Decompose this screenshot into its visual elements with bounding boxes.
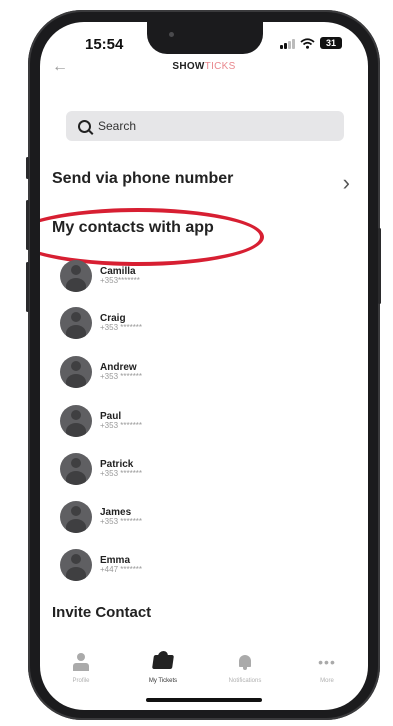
brand-light: TICKS xyxy=(204,61,236,72)
avatar xyxy=(60,405,92,437)
search-label: Search xyxy=(98,119,137,133)
contact-phone: +353 ******* xyxy=(100,469,143,479)
contact-phone: +353 ******* xyxy=(100,372,143,382)
brand-logo: SHOWTICKS xyxy=(40,61,368,72)
tab-notifications[interactable]: Notifications xyxy=(204,636,286,684)
avatar xyxy=(60,260,92,292)
bell-icon xyxy=(238,654,252,670)
app-screen: 15:54 31 ← SHOWTICKS Search Send via pho… xyxy=(40,22,368,710)
avatar xyxy=(60,501,92,533)
red-highlight-circle xyxy=(40,208,264,266)
chevron-right-icon[interactable]: › xyxy=(343,170,350,196)
status-icons: 31 xyxy=(280,37,342,49)
contact-item[interactable]: Paul +353 ******* xyxy=(60,405,142,437)
search-icon xyxy=(78,119,91,133)
notch xyxy=(147,22,263,54)
avatar xyxy=(60,453,92,485)
status-time: 15:54 xyxy=(85,36,124,53)
more-icon: ••• xyxy=(318,654,336,670)
phone-side-button xyxy=(26,157,29,179)
contact-item[interactable]: Andrew +353 ******* xyxy=(60,356,142,388)
contact-item[interactable]: James +353 ******* xyxy=(60,501,142,533)
signal-icon xyxy=(280,38,295,49)
tab-label: Profile xyxy=(72,678,90,684)
contact-item[interactable]: Emma +447 ******* xyxy=(60,549,142,581)
search-input[interactable]: Search xyxy=(66,111,344,141)
battery-icon: 31 xyxy=(320,37,342,49)
contact-phone: +353******* xyxy=(100,276,140,286)
send-via-phone-number-row[interactable]: Send via phone number xyxy=(52,170,233,188)
tab-bar: Profile My Tickets Notifications ••• Mor… xyxy=(40,636,368,684)
contact-item[interactable]: Craig +353 ******* xyxy=(60,307,142,339)
contact-phone: +353 ******* xyxy=(100,421,143,431)
phone-volume-down xyxy=(26,262,29,312)
avatar xyxy=(60,307,92,339)
phone-volume-up xyxy=(26,200,29,250)
contact-phone: +447 ******* xyxy=(100,565,143,575)
wifi-icon xyxy=(300,37,315,49)
tab-label: More xyxy=(320,678,334,684)
brand-bold: SHOW xyxy=(172,61,205,72)
home-indicator[interactable] xyxy=(146,698,262,702)
avatar xyxy=(60,356,92,388)
avatar xyxy=(60,549,92,581)
tab-my-tickets[interactable]: My Tickets xyxy=(122,636,204,684)
tab-label: Notifications xyxy=(228,678,262,684)
tab-label: My Tickets xyxy=(148,678,178,684)
contact-item[interactable]: Camilla +353******* xyxy=(60,260,140,292)
contact-phone: +353 ******* xyxy=(100,323,143,333)
contact-phone: +353 ******* xyxy=(100,517,143,527)
person-icon xyxy=(73,653,89,671)
ticket-icon xyxy=(152,655,174,669)
tab-more[interactable]: ••• More xyxy=(286,636,368,684)
phone-power-button xyxy=(378,228,381,304)
tab-profile[interactable]: Profile xyxy=(40,636,122,684)
invite-contact-button[interactable]: Invite Contact xyxy=(52,604,151,621)
contact-item[interactable]: Patrick +353 ******* xyxy=(60,453,142,485)
camera-dot xyxy=(169,32,174,37)
